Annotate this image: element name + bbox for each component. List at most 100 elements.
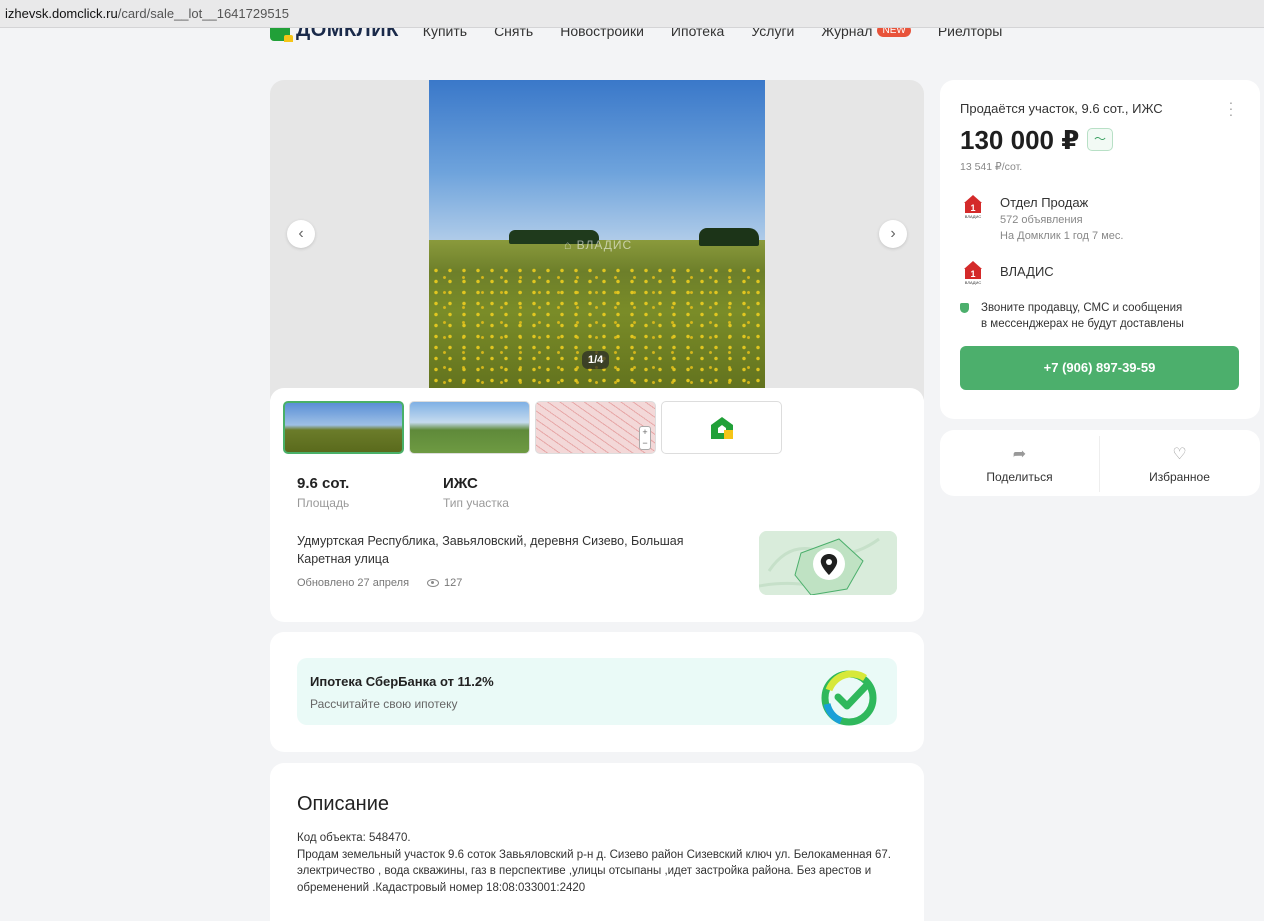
chevron-left-icon: ‹ bbox=[298, 225, 304, 242]
trend-line-icon: 〜 bbox=[1093, 132, 1106, 146]
spec-type: ИЖС Тип участка bbox=[443, 475, 509, 510]
vladis-logo-icon: 1 ВЛАДИС bbox=[960, 261, 986, 285]
shield-check-icon bbox=[960, 303, 969, 313]
share-button[interactable]: ➦ Поделиться bbox=[940, 444, 1099, 484]
logo-caption: ВЛАДИС bbox=[964, 280, 982, 285]
nav-item-label: Риелторы bbox=[937, 28, 1003, 39]
location-minimap[interactable] bbox=[759, 531, 897, 595]
logo-body: 1 bbox=[965, 269, 981, 279]
heart-icon: ♡ bbox=[1172, 446, 1187, 463]
domclick-house-icon bbox=[710, 416, 733, 439]
favorite-label: Избранное bbox=[1149, 470, 1210, 484]
photo-watermark: ⌂ ВЛАДИС bbox=[564, 238, 633, 252]
chevron-right-icon: › bbox=[890, 225, 896, 242]
agency-name: ВЛАДИС bbox=[1000, 264, 1054, 279]
description-title: Описание bbox=[297, 793, 390, 815]
main-photo[interactable]: ⌂ ВЛАДИС 1/4 bbox=[429, 80, 765, 400]
share-arrow-icon: ➦ bbox=[1012, 446, 1027, 463]
gallery-next-button[interactable]: › bbox=[879, 220, 907, 248]
minimap-graphic bbox=[759, 531, 897, 595]
view-count: 127 bbox=[427, 577, 462, 589]
listing-title: Продаётся участок, 9.6 сот., ИЖС bbox=[960, 101, 1163, 116]
object-code: Код объекта: 548470. bbox=[297, 832, 411, 844]
listing-address: Удмуртская Республика, Завьяловский, дер… bbox=[297, 534, 684, 566]
browser-address-bar[interactable]: izhevsk.domclick.ru/card/sale__lot__1641… bbox=[0, 0, 1264, 28]
spec-type-label: Тип участка bbox=[443, 496, 509, 510]
more-options-icon[interactable]: · · · bbox=[1227, 95, 1235, 121]
nav-item-label: Ипотека bbox=[670, 28, 725, 39]
domclick-logo[interactable]: ДОМКЛИК bbox=[270, 28, 399, 42]
nav-item-journal[interactable]: Журнал NEW bbox=[821, 28, 911, 39]
price-card: Продаётся участок, 9.6 сот., ИЖС · · · 130… bbox=[940, 80, 1260, 419]
logo-mark-icon bbox=[270, 28, 293, 42]
logo-text: ДОМКЛИК bbox=[296, 28, 399, 41]
nav-item-label: Купить bbox=[422, 28, 468, 39]
action-card: ➦ Поделиться ♡ Избранное bbox=[940, 430, 1260, 496]
mortgage-card: Ипотека СберБанка от 11.2% Рассчитайте с… bbox=[270, 632, 924, 752]
seller-tenure: На Домклик 1 год 7 мес. bbox=[1000, 230, 1124, 242]
share-label: Поделиться bbox=[986, 470, 1053, 484]
listing-price: 130 000 ₽ bbox=[960, 125, 1080, 155]
description-body: Продам земельный участок 9.6 соток Завья… bbox=[297, 848, 891, 894]
price-per-sotka: 13 541 ₽/сот. bbox=[960, 161, 1023, 173]
phone-button[interactable]: +7 (906) 897-39-59 bbox=[960, 346, 1239, 390]
logo-roof bbox=[964, 261, 982, 269]
nav-item-label: Новостройки bbox=[560, 28, 644, 39]
mortgage-title: Ипотека СберБанка от 11.2% bbox=[310, 674, 494, 689]
listing-meta: Обновлено 27 апреля 127 bbox=[297, 577, 462, 589]
view-count-value: 127 bbox=[444, 577, 463, 589]
listing-info-card: + − 9.6 сот. Площадь ИЖС Тип участка Удму… bbox=[270, 388, 924, 622]
updated-date: Обновлено 27 апреля bbox=[297, 577, 410, 589]
contact-notice: Звоните продавцу, СМС и сообщения в месс… bbox=[960, 300, 1184, 332]
nav-item-new-buildings[interactable]: Новостройки bbox=[560, 28, 644, 39]
spec-area: 9.6 сот. Площадь bbox=[297, 475, 349, 510]
nav-item-label: Журнал bbox=[821, 28, 873, 39]
url-path: /card/sale__lot__1641729515 bbox=[117, 6, 290, 21]
seller-listings-count: 572 объявления bbox=[1000, 214, 1083, 226]
nav-item-buy[interactable]: Купить bbox=[423, 28, 467, 39]
thumbnail-4-logo[interactable] bbox=[661, 401, 782, 454]
photo-flowers bbox=[429, 265, 765, 400]
url-text[interactable]: izhevsk.domclick.ru/card/sale__lot__1641… bbox=[5, 6, 289, 21]
vladis-logo-icon: 1 ВЛАДИС bbox=[960, 195, 986, 219]
photo-counter: 1/4 bbox=[582, 351, 610, 369]
nav-item-mortgage[interactable]: Ипотека bbox=[671, 28, 724, 39]
spec-type-value: ИЖС bbox=[443, 475, 478, 492]
seller-name: Отдел Продаж bbox=[1000, 195, 1089, 210]
favorite-button[interactable]: ♡ Избранное bbox=[1100, 444, 1259, 484]
thumbnail-1[interactable] bbox=[283, 401, 404, 454]
nav-item-rent[interactable]: Снять bbox=[494, 28, 533, 39]
new-badge: NEW bbox=[877, 28, 911, 37]
thumbnail-2[interactable] bbox=[409, 401, 530, 454]
thumbnail-3-plan[interactable]: + − bbox=[535, 401, 656, 454]
description-card: Описание Код объекта: 548470. Продам зем… bbox=[270, 763, 924, 921]
url-host: izhevsk.domclick.ru bbox=[5, 6, 118, 21]
notice-line-1: Звоните продавцу, СМС и сообщения bbox=[981, 302, 1183, 314]
spec-area-value: 9.6 сот. bbox=[297, 475, 350, 492]
seller-department[interactable]: 1 ВЛАДИС Отдел Продаж 572 объявления На … bbox=[960, 195, 1123, 242]
nav-item-services[interactable]: Услуги bbox=[751, 28, 794, 39]
description-text: Код объекта: 548470. Продам земельный уч… bbox=[297, 830, 902, 896]
nav-item-realtors[interactable]: Риелторы bbox=[938, 28, 1003, 39]
mortgage-banner[interactable]: Ипотека СберБанка от 11.2% Рассчитайте с… bbox=[297, 658, 897, 726]
logo-roof bbox=[964, 195, 982, 203]
watermark-text: ВЛАДИС bbox=[576, 238, 633, 252]
logo-caption: ВЛАДИС bbox=[964, 214, 982, 219]
photo-gallery: ⌂ ВЛАДИС 1/4 ‹ › bbox=[270, 80, 924, 400]
price-history-button[interactable]: 〜 bbox=[1087, 128, 1113, 151]
thumbnail-strip: + − bbox=[283, 401, 787, 454]
eye-icon bbox=[427, 579, 440, 587]
sberbank-logo-icon bbox=[821, 670, 877, 726]
zoom-icon: + − bbox=[639, 426, 651, 450]
nav-item-label: Услуги bbox=[751, 28, 795, 39]
photo-trees bbox=[699, 228, 759, 246]
nav-item-label: Снять bbox=[494, 28, 534, 39]
mortgage-subtitle: Рассчитайте свою ипотеку bbox=[310, 697, 458, 711]
logo-body: 1 bbox=[965, 203, 981, 213]
spec-area-label: Площадь bbox=[297, 496, 350, 510]
site-header: ДОМКЛИК Купить Снять Новостройки Ипотека… bbox=[0, 28, 1264, 42]
notice-line-2: в мессенджерах не будут доставлены bbox=[981, 318, 1184, 330]
gallery-prev-button[interactable]: ‹ bbox=[287, 220, 315, 248]
photo-sky bbox=[429, 80, 765, 248]
seller-agency[interactable]: 1 ВЛАДИС ВЛАДИС bbox=[960, 261, 1054, 285]
